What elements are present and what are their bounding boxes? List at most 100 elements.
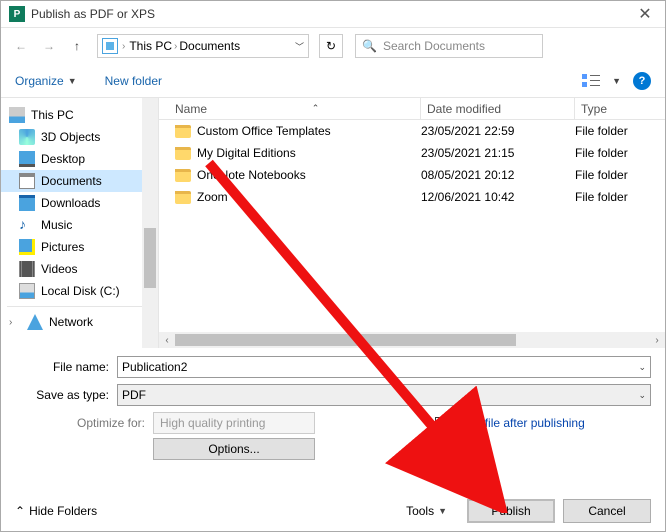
publish-button[interactable]: Publish	[467, 499, 555, 523]
optimize-for-value: High quality printing	[153, 412, 315, 434]
tree-label: Desktop	[41, 152, 85, 166]
tree-label: This PC	[31, 108, 74, 122]
column-date[interactable]: Date modified	[421, 98, 575, 119]
scroll-left-icon[interactable]: ‹	[159, 335, 175, 346]
optimize-for-label: Optimize for:	[15, 416, 153, 430]
tree-label: Network	[49, 315, 93, 329]
tree-item-3d-objects[interactable]: 3D Objects	[1, 126, 158, 148]
file-row[interactable]: My Digital Editions 23/05/2021 21:15File …	[159, 142, 665, 164]
scrollbar-thumb[interactable]	[144, 228, 156, 288]
divider	[7, 306, 152, 307]
scroll-track[interactable]	[175, 332, 649, 348]
app-icon: P	[9, 6, 25, 22]
file-name: Custom Office Templates	[197, 124, 331, 138]
sort-indicator-icon: ⌃	[312, 103, 320, 114]
tree-label: Documents	[41, 174, 102, 188]
save-as-type-label: Save as type:	[15, 388, 117, 402]
address-bar[interactable]: › This PC › Documents ﹀	[97, 34, 309, 58]
file-type: File folder	[575, 168, 655, 182]
close-icon[interactable]: ✕	[625, 1, 665, 28]
folder-icon	[175, 147, 191, 160]
pictures-icon	[19, 239, 35, 255]
search-placeholder: Search Documents	[383, 39, 485, 53]
tree-item-pictures[interactable]: Pictures	[1, 236, 158, 258]
chevron-down-icon[interactable]: ﹀	[295, 40, 304, 53]
tools-label: Tools	[406, 504, 434, 518]
file-name: My Digital Editions	[197, 146, 296, 160]
file-type: File folder	[575, 190, 655, 204]
toolbar: Organize ▼ New folder ▼ ?	[1, 64, 665, 98]
tree-item-downloads[interactable]: Downloads	[1, 192, 158, 214]
tree-item-local-disk[interactable]: Local Disk (C:)	[1, 280, 158, 302]
open-after-checkbox[interactable]: ✓ Open file after publishing	[435, 416, 585, 430]
new-folder-button[interactable]: New folder	[105, 74, 162, 88]
scroll-right-icon[interactable]: ›	[649, 335, 665, 346]
file-type: File folder	[575, 146, 655, 160]
file-row[interactable]: Zoom12/06/2021 10:42File folder	[159, 186, 665, 208]
tree-label: Videos	[41, 262, 77, 276]
organize-menu[interactable]: Organize ▼	[15, 74, 77, 88]
tree-item-desktop[interactable]: Desktop	[1, 148, 158, 170]
breadcrumb: This PC › Documents	[129, 39, 240, 53]
back-button[interactable]: ←	[9, 34, 33, 58]
file-row[interactable]: OneNote Notebooks 08/05/2021 20:12File fo…	[159, 164, 665, 186]
search-input[interactable]: 🔍 Search Documents	[355, 34, 543, 58]
music-icon: ♪	[19, 217, 35, 233]
help-icon[interactable]: ?	[633, 72, 651, 90]
folder-icon	[102, 38, 118, 54]
chevron-right-icon: ›	[122, 41, 125, 52]
disk-icon	[19, 283, 35, 299]
scrollbar-thumb[interactable]	[175, 334, 516, 346]
tree-item-videos[interactable]: Videos	[1, 258, 158, 280]
tree-item-music[interactable]: ♪ Music	[1, 214, 158, 236]
tree-label: Local Disk (C:)	[41, 284, 120, 298]
tree-item-network[interactable]: › Network	[1, 311, 158, 333]
nav-tree: This PC 3D Objects Desktop Documents Dow…	[1, 98, 159, 348]
options-button[interactable]: Options...	[153, 438, 315, 460]
organize-label: Organize	[15, 74, 64, 88]
tree-scrollbar[interactable]	[142, 98, 158, 348]
folder-icon	[175, 191, 191, 204]
chevron-right-icon: ›	[9, 317, 19, 328]
file-date: 23/05/2021 21:15	[421, 146, 575, 160]
file-date: 08/05/2021 20:12	[421, 168, 575, 182]
footer: ⌃ Hide Folders Tools ▼ Publish Cancel	[1, 491, 665, 531]
chevron-right-icon: ›	[174, 41, 177, 52]
forward-button[interactable]: →	[37, 34, 61, 58]
videos-icon	[19, 261, 35, 277]
hide-folders-button[interactable]: ⌃ Hide Folders	[15, 504, 97, 518]
nav-row: ← → ↑ › This PC › Documents ﹀ ↻ 🔍 Search…	[1, 28, 665, 64]
tools-menu[interactable]: Tools ▼	[406, 504, 447, 518]
chevron-down-icon: ▼	[68, 76, 77, 86]
column-headers: Name ⌃ Date modified Type	[159, 98, 665, 120]
folder-icon	[175, 169, 191, 182]
window-title: Publish as PDF or XPS	[31, 7, 625, 21]
this-pc-icon	[9, 107, 25, 123]
documents-icon	[19, 173, 35, 189]
tree-item-this-pc[interactable]: This PC	[1, 104, 158, 126]
chevron-down-icon[interactable]: ▼	[612, 76, 621, 86]
file-type: File folder	[575, 124, 655, 138]
file-name: OneNote Notebooks	[197, 168, 306, 182]
tree-label: Music	[41, 218, 72, 232]
chevron-up-icon: ⌃	[15, 504, 25, 518]
file-name-input[interactable]: Publication2 ⌄	[117, 356, 651, 378]
file-name-label: File name:	[15, 360, 117, 374]
save-as-type-select[interactable]: PDF ⌄	[117, 384, 651, 406]
folder-icon	[175, 125, 191, 138]
chevron-down-icon[interactable]: ⌄	[638, 362, 646, 373]
breadcrumb-part[interactable]: This PC	[129, 39, 172, 53]
file-name-value: Publication2	[122, 360, 187, 374]
3d-objects-icon	[19, 129, 35, 145]
column-name[interactable]: Name ⌃	[169, 98, 421, 119]
breadcrumb-part[interactable]: Documents	[179, 39, 240, 53]
horizontal-scrollbar[interactable]: ‹ ›	[159, 332, 665, 348]
tree-item-documents[interactable]: Documents	[1, 170, 158, 192]
file-row[interactable]: Custom Office Templates23/05/2021 22:59F…	[159, 120, 665, 142]
tree-label: Downloads	[41, 196, 100, 210]
refresh-button[interactable]: ↻	[319, 34, 343, 58]
view-options-icon[interactable]	[582, 72, 604, 90]
up-button[interactable]: ↑	[65, 34, 89, 58]
column-type[interactable]: Type	[575, 98, 655, 119]
cancel-button[interactable]: Cancel	[563, 499, 651, 523]
